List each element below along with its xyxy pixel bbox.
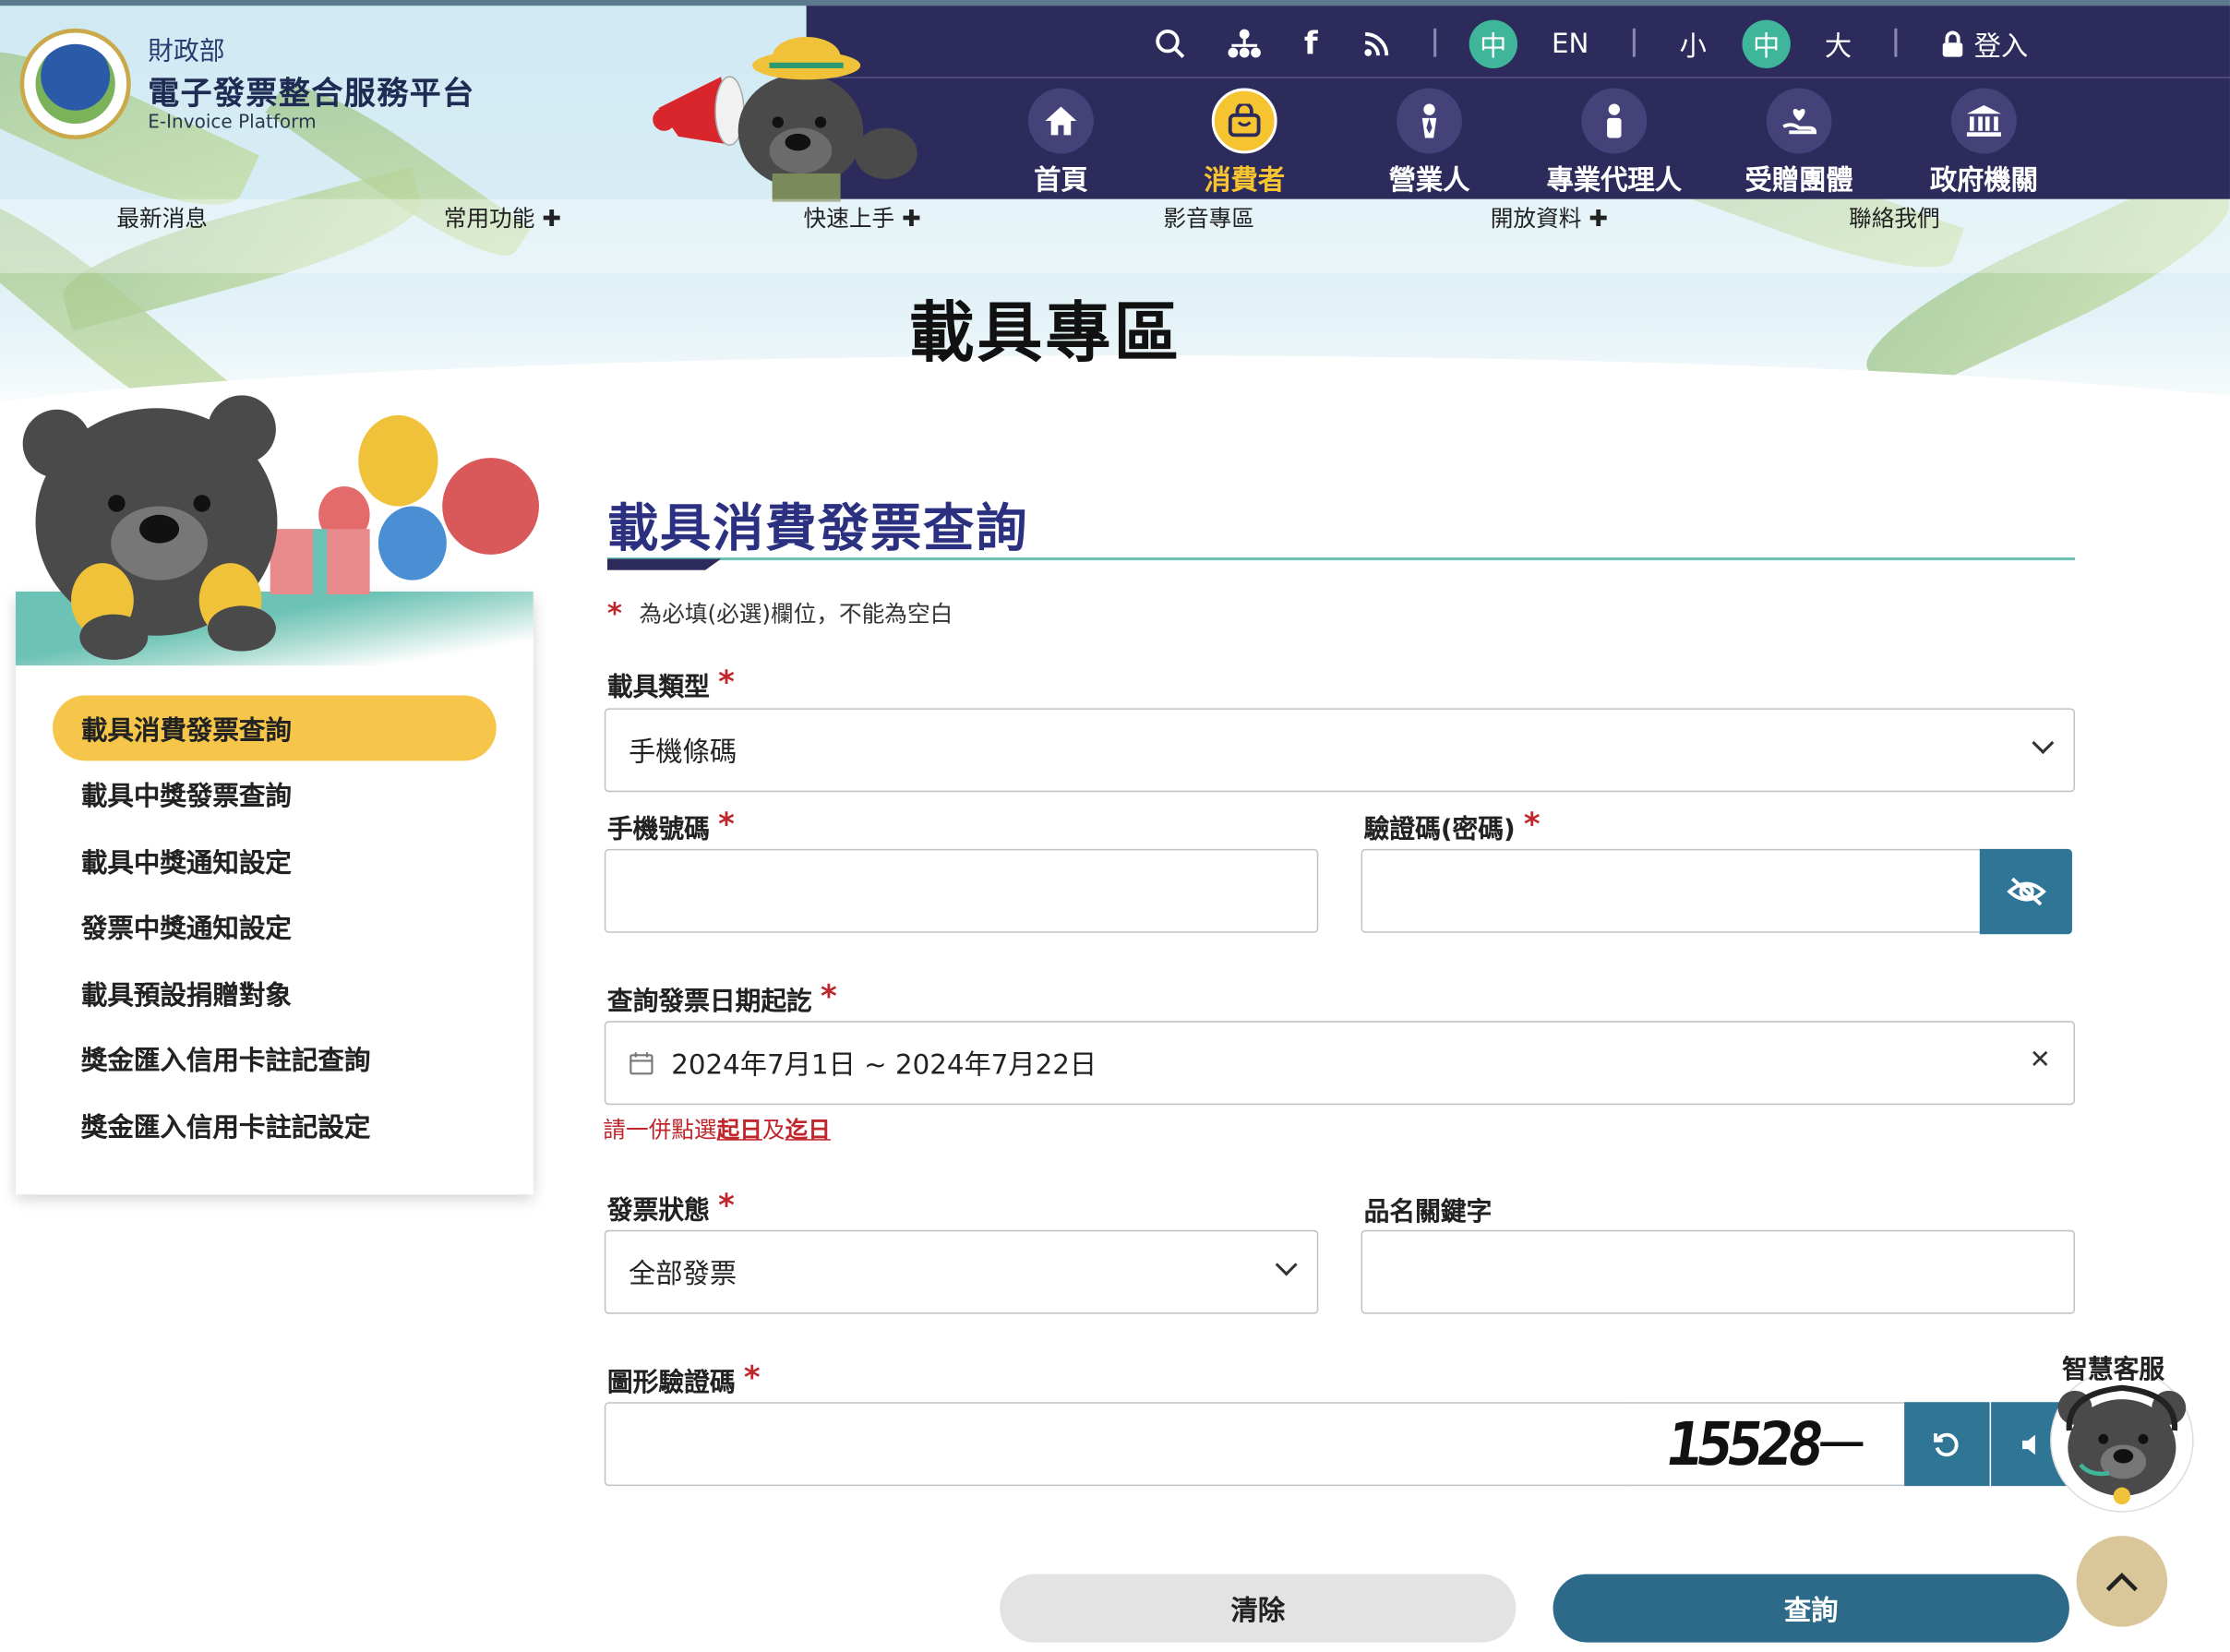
toggle-password-visibility-button[interactable] — [1979, 848, 2072, 935]
facebook-icon[interactable]: f — [1304, 20, 1318, 68]
lang-en-button[interactable]: EN — [1552, 20, 1589, 68]
donation-heart-icon — [1766, 88, 1832, 154]
captcha-image: 15528 — [1625, 1402, 1905, 1487]
main-nav-video[interactable]: 影音專區 — [1163, 199, 1254, 233]
required-note: * 為必填(必選)欄位，不能為空白 — [606, 595, 953, 630]
nav-donation-group[interactable]: 受贈團體 — [1720, 88, 1876, 198]
sidebar-item-default-donation[interactable]: 載具預設捐贈對象 — [81, 976, 292, 1012]
invoice-status-label: 發票狀態 * — [606, 1189, 735, 1227]
ministry-logo[interactable] — [19, 28, 131, 139]
lock-icon — [1942, 30, 1963, 57]
clear-button[interactable]: 清除 — [1000, 1574, 1517, 1643]
page-title: 載具專區 — [908, 293, 1182, 372]
platform-name-en: E-Invoice Platform — [148, 112, 317, 134]
font-small-button[interactable]: 小 — [1680, 20, 1707, 68]
nav-consumer[interactable]: 消費者 — [1166, 88, 1322, 198]
carrier-type-label: 載具類型 * — [606, 665, 735, 703]
chevron-down-icon — [2032, 732, 2055, 755]
sidebar-item-credit-card-setting[interactable]: 獎金匯入信用卡註記設定 — [81, 1107, 371, 1144]
keyword-input[interactable] — [1361, 1229, 2076, 1314]
phone-input[interactable] — [604, 848, 1319, 933]
captcha-input[interactable] — [604, 1402, 1629, 1487]
nav-home[interactable]: 首頁 — [983, 88, 1139, 198]
search-icon[interactable] — [1155, 20, 1186, 68]
agent-icon — [1581, 88, 1648, 154]
ministry-name: 財政部 — [148, 37, 225, 67]
sidebar-item-carrier-invoice-query[interactable]: 載具消費發票查詢 — [81, 711, 292, 748]
main-nav-common-functions[interactable]: 常用功能 ✚ — [444, 199, 561, 233]
bear-mascot-megaphone — [653, 37, 917, 202]
main-nav-contact[interactable]: 聯絡我們 — [1849, 199, 1940, 233]
refresh-icon — [1934, 1432, 1959, 1456]
home-icon — [1027, 88, 1094, 154]
shopping-bag-icon — [1211, 88, 1277, 154]
calendar-icon — [629, 1051, 653, 1074]
password-label: 驗證碼(密碼) * — [1363, 808, 1541, 845]
carrier-type-select[interactable]: 手機條碼 — [604, 708, 2076, 793]
plus-icon: ✚ — [902, 204, 921, 233]
back-to-top-button[interactable] — [2076, 1536, 2168, 1627]
lang-zh-button[interactable]: 中 — [1469, 19, 1518, 68]
date-range-input[interactable]: 2024年7月1日 ~ 2024年7月22日 ✕ — [604, 1021, 2076, 1106]
main-nav-quick-start[interactable]: 快速上手 ✚ — [804, 199, 921, 233]
form-title: 載具消費發票查詢 — [606, 500, 1029, 559]
sidebar-item-invoice-winning-notify[interactable]: 發票中獎通知設定 — [81, 909, 292, 946]
plus-icon: ✚ — [542, 204, 561, 233]
chevron-down-icon — [1275, 1253, 1298, 1276]
font-medium-button[interactable]: 中 — [1742, 19, 1791, 68]
bear-mascot-balloons — [22, 395, 539, 660]
sidebar-item-carrier-winning-notify[interactable]: 載具中獎通知設定 — [81, 844, 292, 880]
sidebar-item-credit-card-query[interactable]: 獎金匯入信用卡註記查詢 — [81, 1041, 371, 1078]
clear-date-icon[interactable]: ✕ — [2030, 1045, 2051, 1074]
businessman-icon — [1397, 88, 1462, 154]
end-date-link[interactable]: 迄日 — [785, 1117, 831, 1143]
chevron-up-icon — [2105, 1572, 2138, 1592]
date-range-label: 查詢發票日期起訖 * — [606, 979, 837, 1017]
date-hint: 請一併點選起日及迄日 — [603, 1116, 831, 1143]
sitemap-icon[interactable] — [1228, 20, 1262, 68]
password-input[interactable] — [1361, 848, 1984, 933]
customer-service-label: 智慧客服 — [2062, 1355, 2165, 1385]
plus-icon: ✚ — [1589, 204, 1608, 233]
query-button[interactable]: 查詢 — [1553, 1574, 2069, 1643]
government-building-icon — [1950, 88, 2017, 154]
sidebar-item-carrier-winning-query[interactable]: 載具中獎發票查詢 — [81, 776, 292, 813]
refresh-captcha-button[interactable] — [1904, 1402, 1990, 1487]
platform-name[interactable]: 電子發票整合服務平台 — [148, 68, 474, 114]
nav-government[interactable]: 政府機關 — [1906, 88, 2062, 198]
main-nav-news[interactable]: 最新消息 — [116, 199, 208, 233]
login-button[interactable]: 登入 — [1940, 20, 2028, 68]
eye-slash-icon — [2006, 877, 2046, 906]
nav-business[interactable]: 營業人 — [1351, 88, 1507, 198]
keyword-label: 品名關鍵字 — [1363, 1197, 1493, 1227]
start-date-link[interactable]: 起日 — [717, 1117, 762, 1143]
font-large-button[interactable]: 大 — [1825, 20, 1852, 68]
invoice-status-select[interactable]: 全部發票 — [604, 1229, 1319, 1314]
captcha-label: 圖形驗證碼 * — [606, 1360, 761, 1398]
main-nav-open-data[interactable]: 開放資料 ✚ — [1491, 199, 1608, 233]
phone-label: 手機號碼 * — [606, 808, 735, 845]
nav-agent[interactable]: 專業代理人 — [1536, 88, 1692, 198]
rss-icon[interactable] — [1362, 20, 1391, 68]
page: 財政部 電子發票整合服務平台 E-Invoice Platform f 中 EN… — [0, 0, 2230, 1652]
